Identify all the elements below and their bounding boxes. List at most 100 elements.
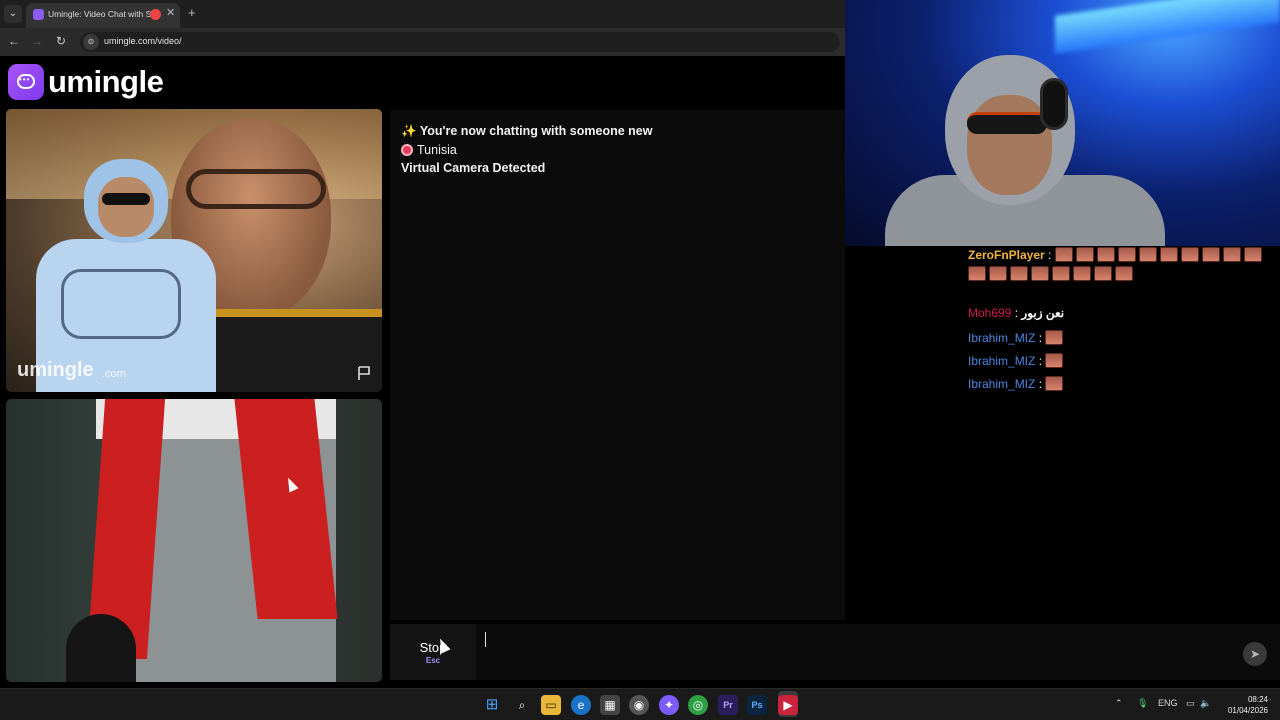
message-input[interactable] (482, 632, 1242, 672)
chat-notice: Virtual Camera Detected (401, 161, 546, 175)
stranger-video: umingle .com (6, 109, 382, 392)
stream-chat-text: نعن زبور (1021, 306, 1065, 320)
clock-date: 01/04/2026 (1227, 706, 1268, 715)
emote-icon (1159, 246, 1178, 262)
stream-chat-message: ZeroFnPlayer : (968, 246, 1268, 284)
typing-dots-icon: ••• (19, 75, 31, 84)
umingle-watermark: umingle (17, 359, 94, 381)
messenger-icon[interactable]: ✦ (659, 695, 679, 715)
language-indicator[interactable]: ENG (1158, 698, 1178, 708)
stop-button[interactable]: Stop Esc (390, 624, 476, 680)
emote-icon (1243, 246, 1262, 262)
stream-chat-overlay: ZeroFnPlayer : Moh699 : نعن زبور Ibrahim… (960, 246, 1280, 406)
chat-composer: Stop Esc ➤ (390, 624, 1280, 680)
emote-icon (1138, 246, 1157, 262)
emote-icon (1031, 265, 1049, 281)
tab-list-button[interactable]: ⌄ (4, 5, 22, 23)
start-icon[interactable]: ⊞ (482, 695, 502, 715)
stream-chat-user: Moh699 (968, 306, 1012, 320)
stream-chat-separator: : (1014, 306, 1019, 320)
stream-chat-message: Ibrahim_MIZ : (968, 353, 1066, 371)
text-caret (485, 632, 486, 647)
streamer-sunglasses (967, 112, 1047, 134)
chat-log: ✨ You're now chatting with someone new T… (390, 110, 845, 620)
sticker-sunglasses (102, 193, 150, 205)
stream-chat-separator: : (1048, 248, 1052, 262)
site-info-icon[interactable]: ⊜ (83, 34, 99, 50)
emote-icon (1045, 330, 1064, 345)
country-flag-icon (401, 144, 413, 156)
emote-icon (1073, 265, 1091, 281)
sticker-hoodie-print (61, 269, 181, 339)
volume-icon[interactable]: 🔈 (1200, 698, 1211, 709)
sticker-face (98, 177, 154, 237)
send-icon[interactable]: ➤ (1243, 642, 1267, 666)
stream-chat-user: Ibrahim_MIZ (968, 377, 1036, 392)
url-text[interactable]: umingle.com/video/ (104, 36, 182, 46)
close-tab-icon[interactable]: ✕ (166, 6, 175, 19)
mic-icon[interactable]: 🎙 (1137, 698, 1148, 709)
stream-chat-user: Ibrahim_MIZ (968, 331, 1036, 346)
stream-chat-user: Ibrahim_MIZ (968, 354, 1036, 369)
premiere-icon[interactable]: Pr (718, 695, 738, 715)
search-icon[interactable]: ⌕ (512, 695, 532, 715)
file-explorer-icon[interactable]: ▭ (541, 695, 561, 715)
emote-icon (1117, 246, 1136, 262)
clock-time: 08:24 (1247, 695, 1268, 704)
emote-icon (989, 265, 1007, 281)
tray-overflow-icon[interactable]: ⌃ (1115, 698, 1123, 709)
chat-status-line: ✨ You're now chatting with someone new (401, 124, 652, 139)
chat-status-text: You're now chatting with someone new (419, 124, 653, 138)
emote-icon (1010, 265, 1028, 281)
stop-button-label: Stop (419, 640, 447, 655)
emote-icon (1054, 246, 1073, 262)
stop-shortcut-hint: Esc (425, 656, 441, 665)
display-icon[interactable]: ▭ (1186, 698, 1195, 709)
emote-icon (1201, 246, 1220, 262)
stream-chat-separator: : (1038, 354, 1043, 369)
chat-country-line: Tunisia (401, 143, 457, 157)
emote-icon (1075, 246, 1094, 262)
headset-icon (1040, 78, 1068, 130)
site-logo-text[interactable]: umingle (48, 64, 164, 100)
umingle-favicon-icon (33, 9, 44, 20)
stream-chat-user: ZeroFnPlayer (968, 248, 1045, 262)
recorder-icon[interactable]: ▶ (778, 695, 798, 715)
emote-icon (1180, 246, 1199, 262)
report-flag-icon[interactable] (356, 365, 372, 381)
emote-icon (1222, 246, 1241, 262)
emote-icon (968, 265, 986, 281)
windows-taskbar: ⊞ ⌕ ▭ e ▦ ◉ ✦ ◎ Pr Ps ▶ ⌃ 🎙 ENG ▭ 🔈 08:2… (0, 688, 1280, 720)
microphone-shape (66, 614, 136, 682)
forward-icon[interactable]: → (29, 34, 45, 48)
stream-chat-separator: : (1038, 331, 1043, 346)
edge-icon[interactable]: e (571, 695, 591, 715)
chat-country-text: Tunisia (417, 143, 457, 157)
back-icon[interactable]: ← (6, 34, 22, 48)
reload-icon[interactable]: ↻ (53, 34, 69, 48)
store-icon[interactable]: ▦ (600, 695, 620, 715)
stream-chat-separator: : (1038, 377, 1043, 392)
emote-icon (1115, 265, 1133, 281)
tab-title: Umingle: Video Chat with S (48, 9, 152, 19)
streamer-webcam (845, 0, 1280, 246)
new-tab-button[interactable]: + (188, 5, 196, 20)
umingle-watermark-suffix: .com (102, 368, 126, 380)
photoshop-icon[interactable]: Ps (747, 695, 767, 715)
umingle-logo-icon[interactable]: ••• (8, 64, 44, 100)
obs-icon[interactable]: ◉ (629, 695, 649, 715)
system-clock[interactable]: 08:24 01/04/2026 (1212, 694, 1268, 716)
browser-tab-bar: ⌄ Umingle: Video Chat with S ✕ + (0, 0, 845, 28)
emote-icon (1094, 265, 1112, 281)
stream-chat-message: Ibrahim_MIZ : (968, 330, 1066, 348)
stream-chat-message: Moh699 : نعن زبور (968, 306, 1064, 320)
address-bar[interactable]: ⊜ umingle.com/video/ (80, 32, 840, 52)
browser-toolbar: ← → ↻ ⊜ umingle.com/video/ (0, 28, 845, 56)
self-video (6, 399, 382, 682)
browser-tab[interactable]: Umingle: Video Chat with S ✕ (26, 3, 180, 28)
led-light-strip (1055, 0, 1280, 54)
chrome-icon[interactable]: ◎ (688, 695, 708, 715)
sparkle-icon: ✨ (401, 124, 417, 138)
emote-icon (1045, 353, 1064, 368)
emote-icon (1045, 376, 1064, 391)
